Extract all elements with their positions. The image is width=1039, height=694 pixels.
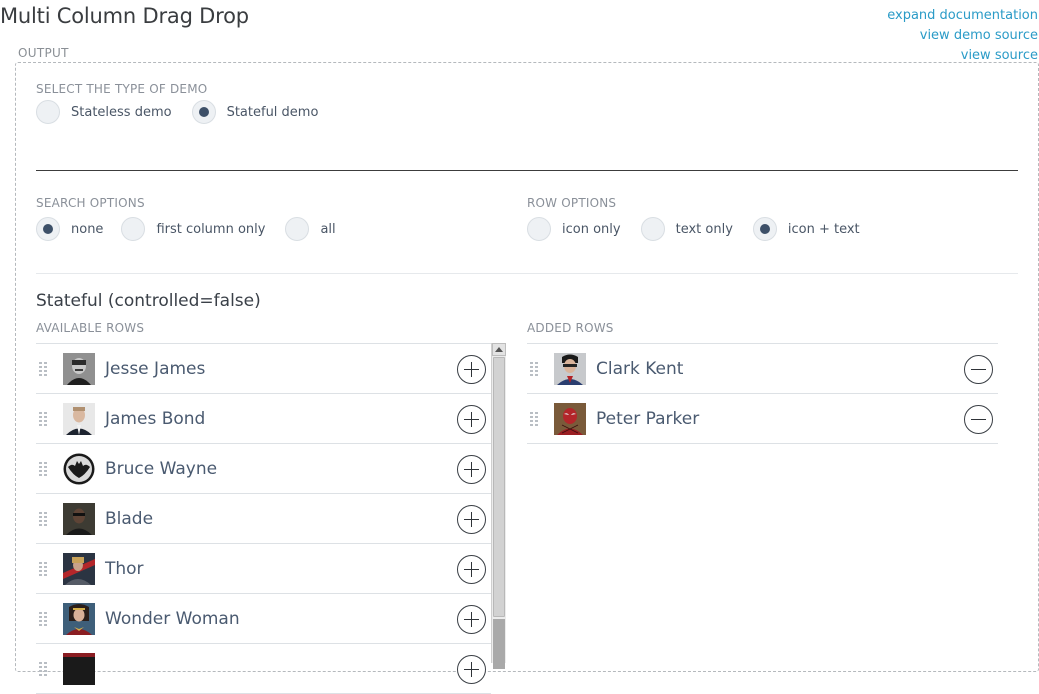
drag-handle-icon[interactable] <box>39 661 49 677</box>
radio-stateless-demo[interactable]: Stateless demo <box>36 100 172 124</box>
avatar <box>63 453 95 485</box>
drag-handle-icon[interactable] <box>530 361 540 377</box>
radio-search-first-column[interactable]: first column only <box>121 217 265 241</box>
radio-search-none[interactable]: none <box>36 217 103 241</box>
scroll-up-arrow-icon[interactable] <box>492 343 506 356</box>
list-item[interactable] <box>36 644 491 694</box>
avatar <box>554 352 586 385</box>
drag-handle-icon[interactable] <box>39 361 49 377</box>
drag-handle-icon[interactable] <box>39 461 49 477</box>
scrollbar[interactable] <box>491 343 506 669</box>
avatar <box>554 402 586 435</box>
avatar <box>63 402 95 435</box>
radio-stateful-demo[interactable]: Stateful demo <box>191 100 319 124</box>
row-name: James Bond <box>105 408 206 429</box>
add-icon[interactable] <box>457 605 486 634</box>
remove-icon[interactable] <box>964 405 993 434</box>
remove-icon[interactable] <box>964 355 993 384</box>
top-links: expand documentation view demo source vi… <box>887 6 1038 66</box>
divider <box>36 273 1018 274</box>
demo-type-radio-group: Stateless demo Stateful demo <box>36 100 338 124</box>
radio-row-icon-text[interactable]: icon + text <box>752 217 860 241</box>
section-title: Stateful (controlled=false) <box>36 291 261 311</box>
row-name: Clark Kent <box>596 358 684 379</box>
list-item[interactable]: Thor <box>36 544 491 594</box>
radio-circle <box>36 217 60 241</box>
divider <box>36 170 1018 171</box>
radio-label: Stateless demo <box>71 104 172 120</box>
row-name: Jesse James <box>105 358 206 379</box>
search-options-radio-group: none first column only all <box>36 217 356 241</box>
demo-type-label: SELECT THE TYPE OF DEMO <box>36 82 208 96</box>
radio-circle <box>36 100 60 124</box>
radio-label: icon only <box>562 221 621 237</box>
drag-handle-icon[interactable] <box>530 411 540 427</box>
list-item[interactable]: Peter Parker <box>527 394 998 444</box>
added-rows-label: ADDED ROWS <box>527 321 614 335</box>
avatar <box>63 652 95 685</box>
radio-row-icon-only[interactable]: icon only <box>527 217 621 241</box>
radio-search-all[interactable]: all <box>285 217 336 241</box>
radio-label: text only <box>675 221 733 237</box>
list-item[interactable]: Clark Kent <box>527 344 998 394</box>
radio-circle <box>640 217 665 241</box>
radio-selected-dot <box>759 224 770 234</box>
available-rows-list: Jesse James James Bond Bruce Wayne Blade… <box>36 343 491 694</box>
radio-label: all <box>320 221 336 237</box>
add-icon[interactable] <box>457 655 486 684</box>
avatar <box>63 502 95 535</box>
radio-row-text-only[interactable]: text only <box>640 217 733 241</box>
row-name: Bruce Wayne <box>105 458 218 479</box>
radio-circle <box>191 100 216 124</box>
view-demo-source-link[interactable]: view demo source <box>887 26 1038 46</box>
radio-label: first column only <box>156 221 266 237</box>
radio-circle <box>121 217 146 241</box>
drag-handle-icon[interactable] <box>39 511 49 527</box>
drag-handle-icon[interactable] <box>39 561 49 577</box>
add-icon[interactable] <box>457 405 486 434</box>
avatar <box>63 602 95 635</box>
radio-label: Stateful demo <box>226 104 319 120</box>
list-item[interactable]: Blade <box>36 494 491 544</box>
add-icon[interactable] <box>457 505 486 534</box>
page-title: Multi Column Drag Drop <box>0 4 249 28</box>
add-icon[interactable] <box>457 555 486 584</box>
radio-selected-dot <box>198 107 209 117</box>
row-options-radio-group: icon only text only icon + text <box>527 217 880 241</box>
avatar <box>63 352 95 385</box>
radio-label: none <box>71 221 104 237</box>
radio-circle <box>752 217 777 241</box>
avatar <box>63 552 95 585</box>
list-item[interactable]: James Bond <box>36 394 491 444</box>
row-options-label: ROW OPTIONS <box>527 196 617 210</box>
scroll-thumb[interactable] <box>493 357 505 617</box>
list-item[interactable]: Wonder Woman <box>36 594 491 644</box>
added-rows-list: Clark Kent Peter Parker <box>527 343 998 444</box>
list-item[interactable]: Jesse James <box>36 344 491 394</box>
radio-circle <box>527 217 551 241</box>
search-options-label: SEARCH OPTIONS <box>36 196 145 210</box>
row-name: Blade <box>105 508 154 529</box>
row-name: Peter Parker <box>596 408 700 429</box>
drag-handle-icon[interactable] <box>39 411 49 427</box>
radio-selected-dot <box>43 224 53 234</box>
add-icon[interactable] <box>457 355 486 384</box>
add-icon[interactable] <box>457 455 486 484</box>
drag-handle-icon[interactable] <box>39 611 49 627</box>
list-item[interactable]: Bruce Wayne <box>36 444 491 494</box>
radio-circle <box>285 217 310 241</box>
row-name: Wonder Woman <box>105 608 240 629</box>
row-name: Thor <box>105 558 144 579</box>
scroll-track[interactable] <box>493 619 505 669</box>
expand-documentation-link[interactable]: expand documentation <box>887 6 1038 26</box>
available-rows-label: AVAILABLE ROWS <box>36 321 145 335</box>
radio-label: icon + text <box>787 221 860 237</box>
output-label: OUTPUT <box>18 46 69 60</box>
